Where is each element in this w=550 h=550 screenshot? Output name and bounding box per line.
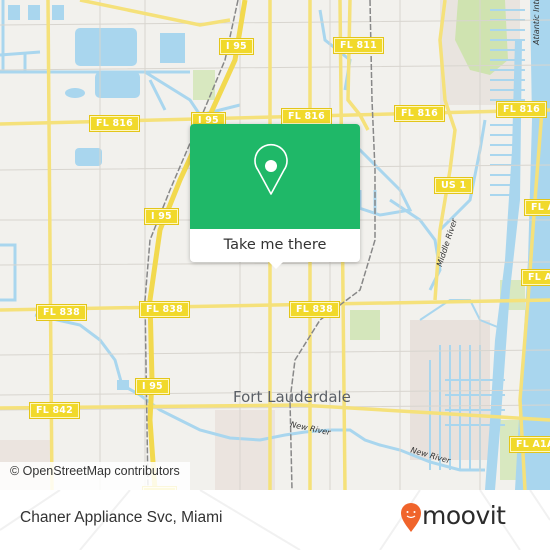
road-shield-fl838: FL 838	[139, 301, 190, 318]
road-connector	[79, 0, 231, 27]
road-shield-fl816: FL 816	[394, 105, 445, 122]
urban-area	[215, 410, 275, 490]
road-shield-fla1a: FL A1A	[520, 269, 550, 286]
place-title: Chaner Appliance Svc, Miami	[20, 509, 223, 526]
popup-header	[190, 124, 360, 229]
map-view[interactable]: I 95 FL 811 FL 816 I 95 FL 816 FL 816 FL…	[0, 0, 550, 490]
road-shield-us1: US 1	[433, 177, 474, 194]
park-area	[350, 310, 380, 340]
road-shield-i95: I 95	[135, 378, 170, 395]
road-shield-i95: I 95	[144, 208, 179, 225]
road-shield-fl816: FL 816	[496, 101, 547, 118]
road-fl-816	[0, 108, 550, 126]
take-me-there-button[interactable]: Take me there	[190, 229, 360, 262]
road-shield-i95: I 95	[219, 38, 254, 55]
moovit-brand-text: moovit	[422, 501, 506, 530]
road-shield-fl816: FL 816	[89, 115, 140, 132]
road-shield-fl816: FL 816	[281, 108, 332, 125]
road-shield-fl838: FL 838	[36, 304, 87, 321]
road-shield-fl838: FL 838	[289, 301, 340, 318]
location-popup: Take me there	[190, 124, 360, 269]
road-shield-fla1a: FL A1A	[523, 199, 550, 216]
waterway-label: Atlantic Intracoastal	[532, 0, 541, 45]
road-shield-fla1a: FL A1A	[508, 436, 550, 453]
park-area	[193, 70, 215, 100]
lakes	[8, 5, 185, 390]
road-shield-fl842: FL 842	[29, 402, 80, 419]
road-avenue	[346, 0, 370, 131]
footer-bar: Chaner Appliance Svc, Miami moovit	[0, 490, 550, 550]
popup-pointer	[268, 261, 284, 269]
road-shield-fl811: FL 811	[333, 37, 384, 54]
city-label: Fort Lauderdale	[233, 388, 351, 406]
map-attribution[interactable]: © OpenStreetMap contributors	[0, 462, 190, 490]
moovit-logo-icon	[401, 503, 421, 532]
map-pin-icon	[254, 143, 288, 195]
